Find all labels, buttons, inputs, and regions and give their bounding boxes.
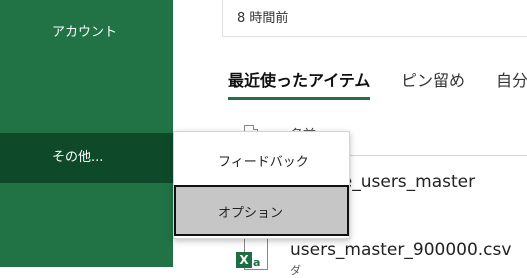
menu-item-label: フィードバック: [218, 155, 309, 170]
menu-item-feedback[interactable]: フィードバック: [174, 132, 349, 184]
tab-selected-indicator: [228, 97, 370, 100]
backstage-sidebar: アカウント その他...: [0, 0, 173, 267]
recent-item-time[interactable]: 8 時間前: [222, 0, 527, 37]
time-text: 8 時間前: [237, 11, 289, 26]
sidebar-item-more[interactable]: その他...: [0, 133, 173, 183]
more-popup-menu: フィードバック オプション: [173, 131, 350, 239]
file-list-item[interactable]: X a users_master_900000.csv ダ: [222, 236, 527, 277]
sidebar-item-label: アカウント: [52, 25, 118, 40]
sidebar-item-label: その他...: [52, 150, 104, 165]
menu-item-label: オプション: [218, 206, 284, 221]
file-location: ダ: [290, 264, 301, 277]
tab-recent[interactable]: 最近使ったアイテム: [228, 70, 370, 92]
excel-file-icon: X a: [236, 238, 270, 274]
tab-pinned[interactable]: ピン留め: [401, 70, 465, 92]
file-name: users_master_900000.csv: [290, 240, 512, 260]
menu-item-options[interactable]: オプション: [174, 185, 349, 236]
tab-mine[interactable]: 自分: [496, 70, 527, 92]
